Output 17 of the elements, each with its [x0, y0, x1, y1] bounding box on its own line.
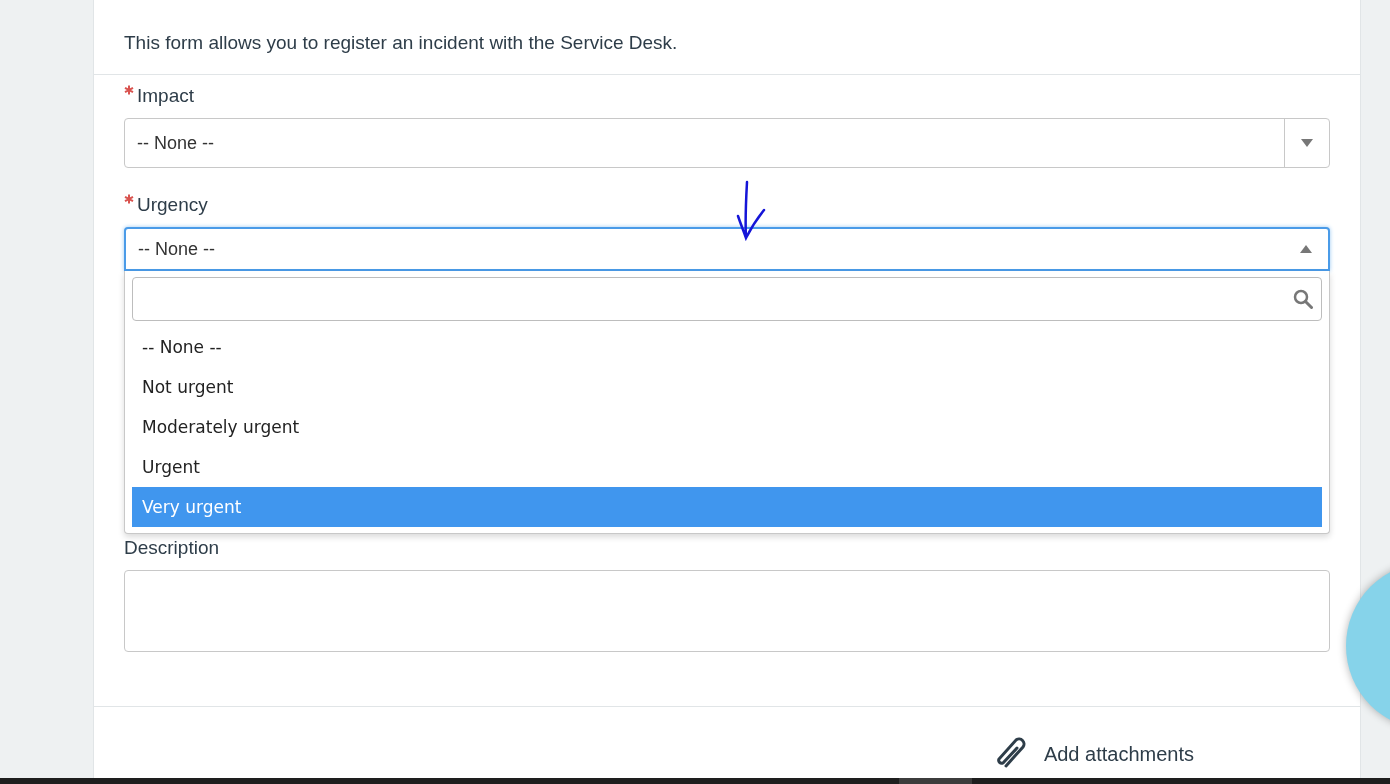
arrow-annotation — [734, 180, 768, 242]
field-label: Impact — [137, 85, 195, 107]
dropdown-option[interactable]: Urgent — [132, 447, 1322, 487]
select-field[interactable]: -- None -- — [124, 118, 1330, 168]
dropdown-option[interactable]: Moderately urgent — [132, 407, 1322, 447]
add-attachments-link[interactable]: Add attachments — [991, 736, 1194, 772]
search-field[interactable] — [132, 277, 1322, 321]
dropdown-option[interactable]: -- None -- — [132, 327, 1322, 367]
search-icon — [1293, 289, 1313, 309]
field-label: Urgency — [137, 194, 208, 216]
intro-text: This form allows you to register an incident with the Service Desk. — [94, 0, 1360, 75]
description-field[interactable] — [124, 570, 1330, 652]
caret-down-icon — [1301, 139, 1313, 147]
field-label: Description — [124, 537, 220, 559]
dropdown-option[interactable]: Not urgent — [132, 367, 1322, 407]
caret-up-icon — [1300, 245, 1312, 253]
select-field[interactable]: -- None -- — [124, 227, 1330, 271]
